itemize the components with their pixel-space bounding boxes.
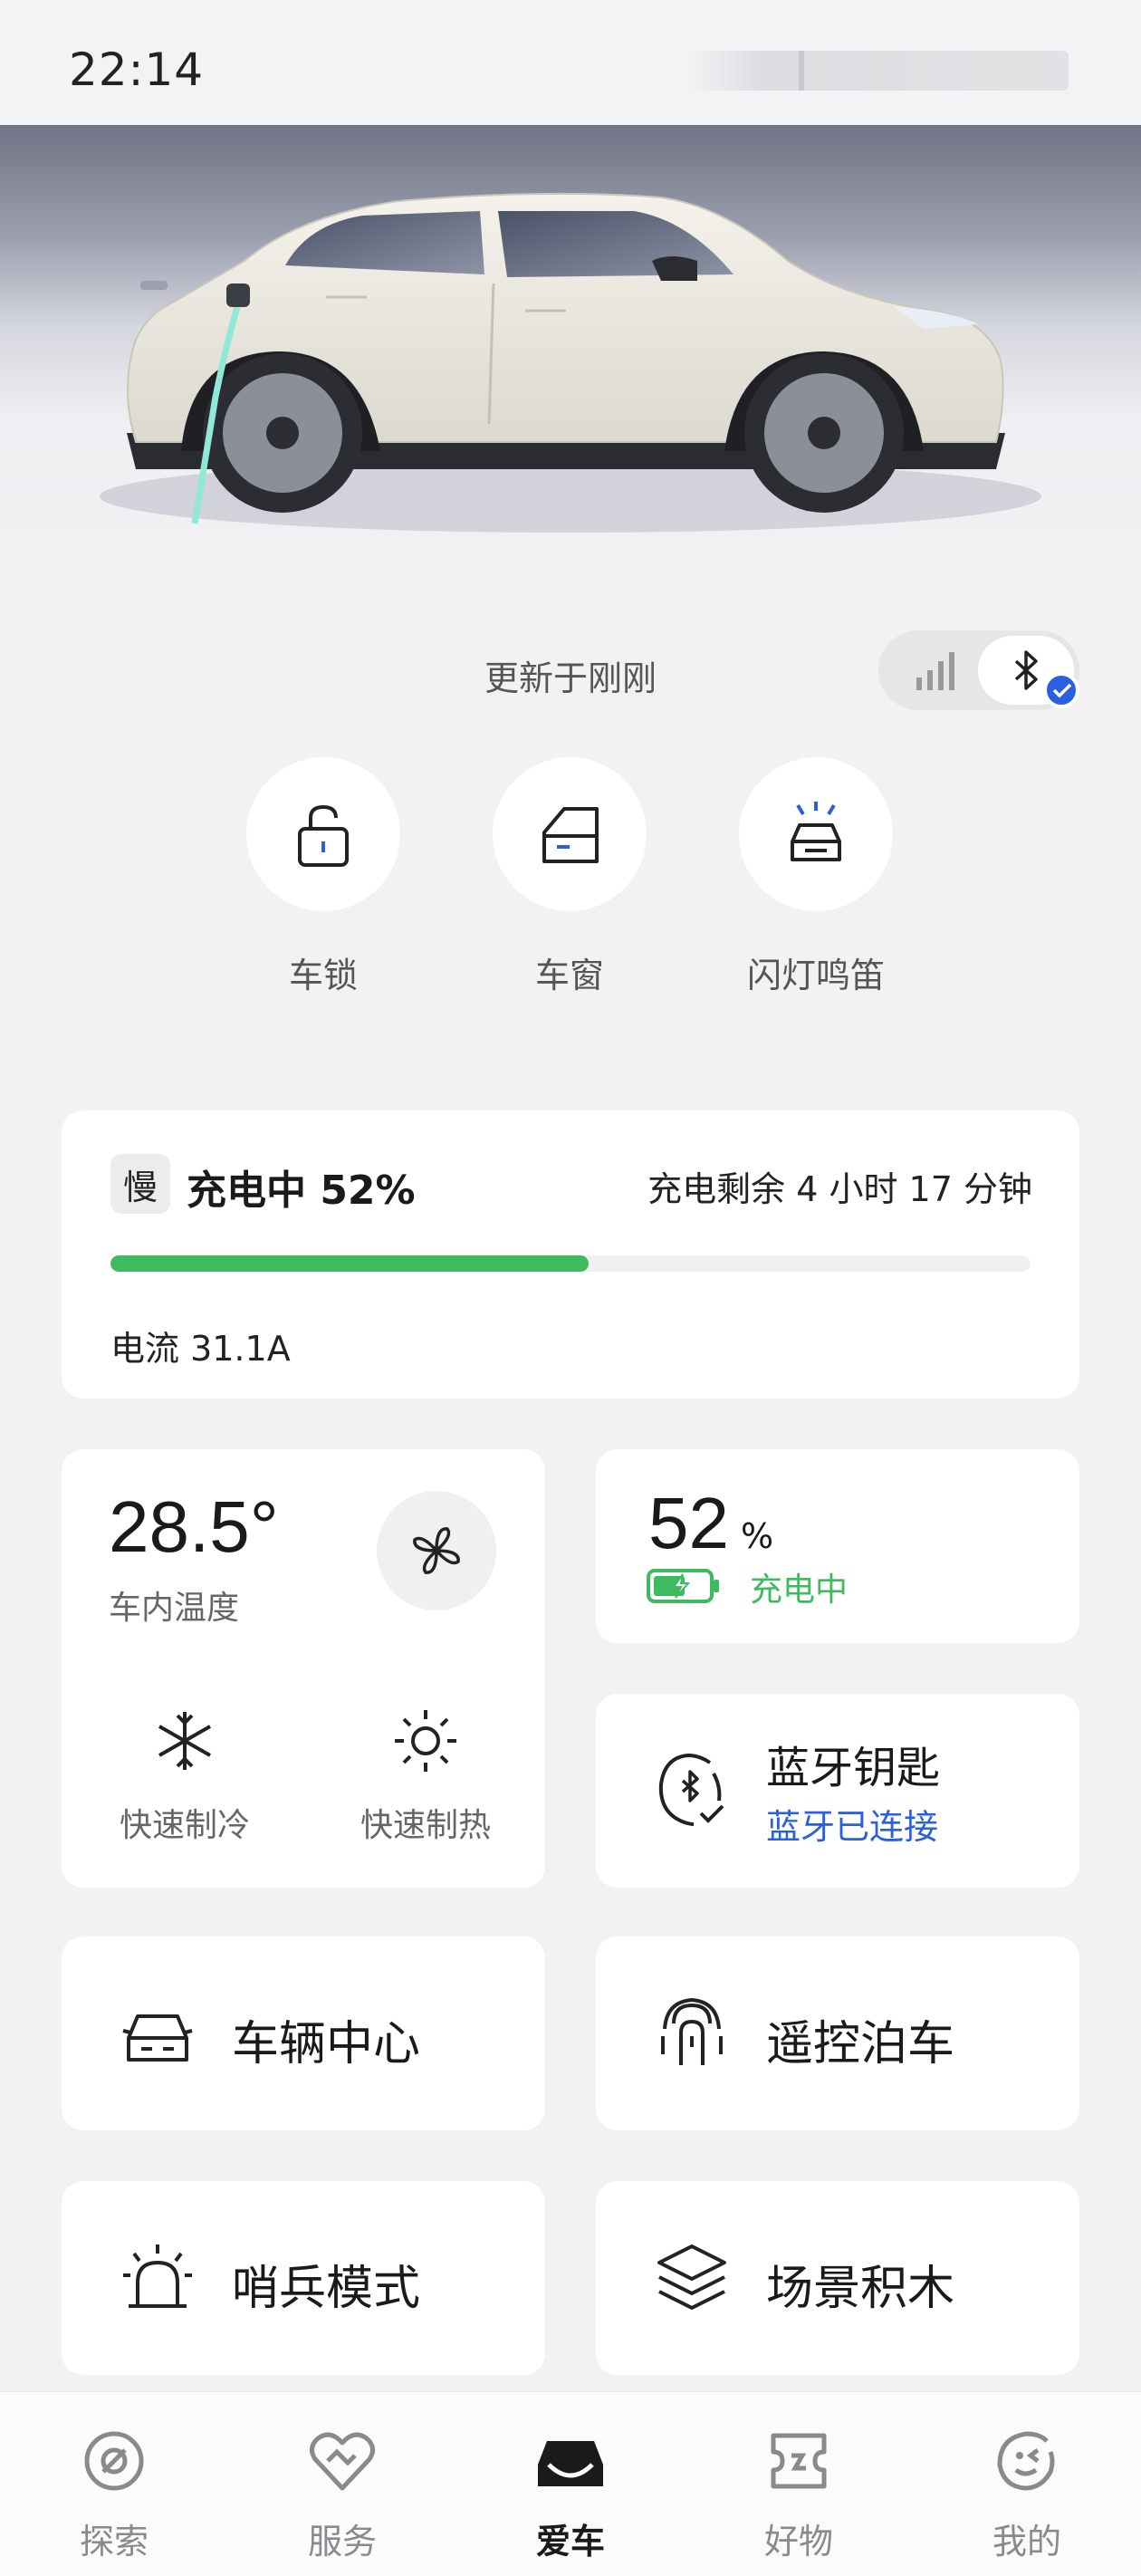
bluetooth-key-status: 蓝牙已连接 xyxy=(766,1807,939,1847)
nav-profile-label: 我的 xyxy=(992,2522,1061,2562)
window-button-circle[interactable] xyxy=(493,757,647,911)
sun-icon xyxy=(395,1710,456,1772)
service-heart-icon xyxy=(310,2432,375,2491)
quick-heat-button[interactable]: 快速制热 xyxy=(335,1708,516,1846)
ticket-icon xyxy=(771,2433,827,2489)
profile-face-icon xyxy=(997,2431,1055,2491)
remote-parking-label: 遥控泊车 xyxy=(766,2017,955,2071)
battery-unit: % xyxy=(741,1516,774,1556)
sentry-mode-label: 哨兵模式 xyxy=(232,2262,421,2316)
status-time: 22:14 xyxy=(69,43,205,96)
scene-blocks-tile[interactable]: 场景积木 xyxy=(596,2181,1079,2375)
nav-service[interactable]: 服务 xyxy=(270,2428,415,2563)
car-hero-image xyxy=(0,125,1141,632)
lock-label: 车锁 xyxy=(288,956,358,995)
battery-percent: 52 xyxy=(648,1483,729,1563)
bluetooth-key-card[interactable]: 蓝牙钥匙 蓝牙已连接 xyxy=(596,1694,1079,1888)
nav-profile[interactable]: 我的 xyxy=(954,2428,1099,2563)
charging-status: 充电中 52% xyxy=(187,1168,416,1214)
charging-current: 电流 31.1A xyxy=(110,1329,291,1369)
charging-progress-fill xyxy=(110,1255,590,1272)
slow-charge-badge: 慢 xyxy=(110,1154,170,1214)
bluetooth-icon xyxy=(1014,650,1038,690)
quick-heat-label: 快速制热 xyxy=(360,1807,491,1844)
vehicle-center-tile[interactable]: 车辆中心 xyxy=(62,1937,545,2130)
nav-explore-label: 探索 xyxy=(79,2522,149,2562)
layers-icon xyxy=(657,2244,726,2310)
fan-button[interactable] xyxy=(377,1491,496,1610)
remote-parking-tile[interactable]: 遥控泊车 xyxy=(596,1937,1079,2130)
charging-progress-bar xyxy=(110,1255,1031,1272)
fan-icon xyxy=(413,1527,460,1574)
remote-parking-icon xyxy=(661,1997,723,2065)
lock-button-circle[interactable] xyxy=(246,757,400,911)
sentry-alarm-icon xyxy=(123,2244,192,2308)
climate-card[interactable]: 28.5° 车内温度 快速制冷 快速制热 xyxy=(62,1449,545,1888)
cabin-temperature-label: 车内温度 xyxy=(109,1590,240,1627)
battery-card[interactable]: 52 % 充电中 xyxy=(596,1449,1079,1643)
scene-blocks-label: 场景积木 xyxy=(766,2262,955,2316)
snowflake-icon xyxy=(158,1712,211,1770)
battery-charging-icon xyxy=(647,1569,719,1603)
nav-explore[interactable]: 探索 xyxy=(42,2428,187,2563)
quick-cool-button[interactable]: 快速制冷 xyxy=(94,1708,275,1846)
status-icons-blurred xyxy=(688,51,1069,91)
explore-icon xyxy=(84,2431,144,2491)
cellular-signal-icon[interactable] xyxy=(915,650,960,692)
bluetooth-key-title: 蓝牙钥匙 xyxy=(766,1743,941,1793)
flash-horn-icon xyxy=(791,802,841,861)
flash-horn-button-circle[interactable] xyxy=(739,757,893,911)
car-icon xyxy=(538,2441,603,2486)
window-button[interactable]: 车窗 xyxy=(493,757,647,997)
flash-horn-label: 闪灯鸣笛 xyxy=(746,956,885,995)
lock-button[interactable]: 车锁 xyxy=(246,757,400,997)
battery-status: 充电中 xyxy=(750,1572,849,1609)
nav-my-car-label: 爱车 xyxy=(535,2522,605,2562)
flash-horn-button[interactable]: 闪灯鸣笛 xyxy=(739,757,893,997)
charging-card[interactable]: 慢 充电中 52% 充电剩余 4 小时 17 分钟 电流 31.1A xyxy=(62,1110,1079,1399)
status-bar: 22:14 xyxy=(0,0,1141,125)
nav-my-car[interactable]: 爱车 xyxy=(498,2428,643,2563)
quick-cool-label: 快速制冷 xyxy=(119,1807,250,1844)
window-label: 车窗 xyxy=(534,956,604,995)
charging-remaining-time: 充电剩余 4 小时 17 分钟 xyxy=(647,1169,1032,1209)
lock-icon xyxy=(298,804,349,867)
window-icon xyxy=(542,807,599,863)
sentry-mode-tile[interactable]: 哨兵模式 xyxy=(62,2181,545,2375)
bottom-nav: 探索 服务 爱车 好物 我的 xyxy=(0,2391,1141,2576)
nav-service-label: 服务 xyxy=(307,2522,377,2562)
nav-goods[interactable]: 好物 xyxy=(726,2428,871,2563)
nav-goods-label: 好物 xyxy=(763,2522,833,2562)
vehicle-center-label: 车辆中心 xyxy=(232,2017,421,2071)
cabin-temperature: 28.5° xyxy=(109,1486,279,1567)
connected-check-icon xyxy=(1043,672,1079,708)
car-front-icon xyxy=(122,2014,193,2062)
bluetooth-key-icon xyxy=(658,1753,724,1826)
